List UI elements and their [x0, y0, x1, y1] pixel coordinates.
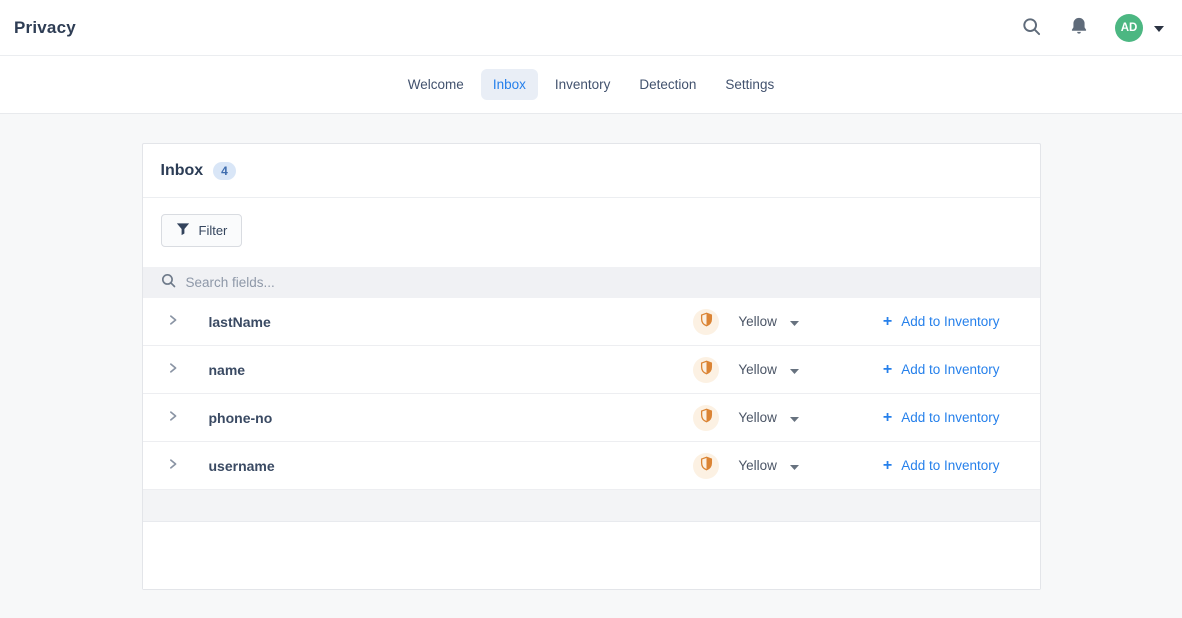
plus-icon: +: [883, 314, 892, 330]
risk-level-dropdown[interactable]: Yellow: [738, 410, 799, 425]
caret-down-icon: [790, 410, 799, 425]
plus-icon: +: [883, 458, 892, 474]
avatar: AD: [1115, 14, 1143, 42]
row-actions: Yellow + Add to Inventory: [693, 453, 999, 479]
chevron-right-icon: [167, 313, 179, 330]
tab-label: Welcome: [408, 77, 464, 92]
risk-level-value: Yellow: [738, 458, 777, 473]
page-body: Inbox 4 Filter: [0, 143, 1182, 618]
caret-down-icon: [1154, 20, 1164, 35]
list-footer-strip: [143, 490, 1040, 522]
filter-button[interactable]: Filter: [161, 214, 243, 247]
row-actions: Yellow + Add to Inventory: [693, 309, 999, 335]
tab-inbox[interactable]: Inbox: [481, 69, 538, 100]
tab-welcome[interactable]: Welcome: [396, 69, 476, 100]
chevron-right-icon: [167, 409, 179, 426]
risk-shield-badge: [693, 405, 719, 431]
app-title: Privacy: [14, 18, 76, 38]
caret-down-icon: [790, 362, 799, 377]
risk-shield-badge: [693, 309, 719, 335]
field-row-lastname: lastName Yellow: [143, 298, 1040, 346]
field-name: lastName: [209, 314, 271, 330]
row-actions: Yellow + Add to Inventory: [693, 357, 999, 383]
field-name: name: [209, 362, 246, 378]
inbox-card: Inbox 4 Filter: [142, 143, 1041, 590]
field-row-username: username Yellow: [143, 442, 1040, 490]
plus-icon: +: [883, 362, 892, 378]
tab-label: Inbox: [493, 77, 526, 92]
nav-tabs: Welcome Inbox Inventory Detection Settin…: [396, 69, 786, 100]
add-to-inventory-label: Add to Inventory: [901, 410, 999, 425]
risk-level-dropdown[interactable]: Yellow: [738, 458, 799, 473]
field-name: phone-no: [209, 410, 273, 426]
main-nav: Welcome Inbox Inventory Detection Settin…: [0, 56, 1182, 114]
field-name: username: [209, 458, 275, 474]
user-menu[interactable]: AD: [1115, 14, 1164, 42]
filter-bar: Filter: [143, 198, 1040, 267]
shield-icon: [700, 360, 713, 380]
topbar-actions: AD: [1020, 14, 1164, 42]
notifications-button[interactable]: [1068, 14, 1090, 41]
tab-settings[interactable]: Settings: [713, 69, 786, 100]
risk-level-dropdown[interactable]: Yellow: [738, 362, 799, 377]
risk-level-value: Yellow: [738, 314, 777, 329]
caret-down-icon: [790, 314, 799, 329]
inbox-header: Inbox 4: [143, 144, 1040, 198]
expand-row-button[interactable]: [165, 455, 181, 476]
add-to-inventory-button[interactable]: + Add to Inventory: [883, 314, 1000, 330]
top-bar: Privacy AD: [0, 0, 1182, 56]
tab-detection[interactable]: Detection: [627, 69, 708, 100]
inbox-title: Inbox: [161, 162, 204, 180]
field-search-bar: [143, 267, 1040, 298]
add-to-inventory-button[interactable]: + Add to Inventory: [883, 410, 1000, 426]
shield-icon: [700, 408, 713, 428]
shield-icon: [700, 312, 713, 332]
risk-level-value: Yellow: [738, 410, 777, 425]
chevron-right-icon: [167, 361, 179, 378]
risk-shield-badge: [693, 453, 719, 479]
shield-icon: [700, 456, 713, 476]
add-to-inventory-label: Add to Inventory: [901, 362, 999, 377]
expand-row-button[interactable]: [165, 359, 181, 380]
card-empty-area: [143, 522, 1040, 589]
tab-inventory[interactable]: Inventory: [543, 69, 623, 100]
risk-shield-badge: [693, 357, 719, 383]
expand-row-button[interactable]: [165, 407, 181, 428]
search-icon: [1022, 17, 1041, 39]
expand-row-button[interactable]: [165, 311, 181, 332]
add-to-inventory-button[interactable]: + Add to Inventory: [883, 458, 1000, 474]
chevron-right-icon: [167, 457, 179, 474]
tab-label: Inventory: [555, 77, 611, 92]
field-search-icon: [161, 273, 176, 293]
bell-icon: [1070, 16, 1088, 39]
inbox-field-list: lastName Yellow: [143, 298, 1040, 490]
plus-icon: +: [883, 410, 892, 426]
add-to-inventory-label: Add to Inventory: [901, 458, 999, 473]
filter-button-label: Filter: [199, 223, 228, 238]
field-search-input[interactable]: [186, 275, 1022, 290]
search-button[interactable]: [1020, 15, 1043, 41]
row-actions: Yellow + Add to Inventory: [693, 405, 999, 431]
inbox-count-badge: 4: [213, 162, 236, 180]
risk-level-dropdown[interactable]: Yellow: [738, 314, 799, 329]
filter-funnel-icon: [176, 222, 190, 239]
caret-down-icon: [790, 458, 799, 473]
add-to-inventory-label: Add to Inventory: [901, 314, 999, 329]
risk-level-value: Yellow: [738, 362, 777, 377]
add-to-inventory-button[interactable]: + Add to Inventory: [883, 362, 1000, 378]
tab-label: Settings: [725, 77, 774, 92]
field-row-phone-no: phone-no Yellow: [143, 394, 1040, 442]
tab-label: Detection: [639, 77, 696, 92]
field-row-name: name Yellow: [143, 346, 1040, 394]
